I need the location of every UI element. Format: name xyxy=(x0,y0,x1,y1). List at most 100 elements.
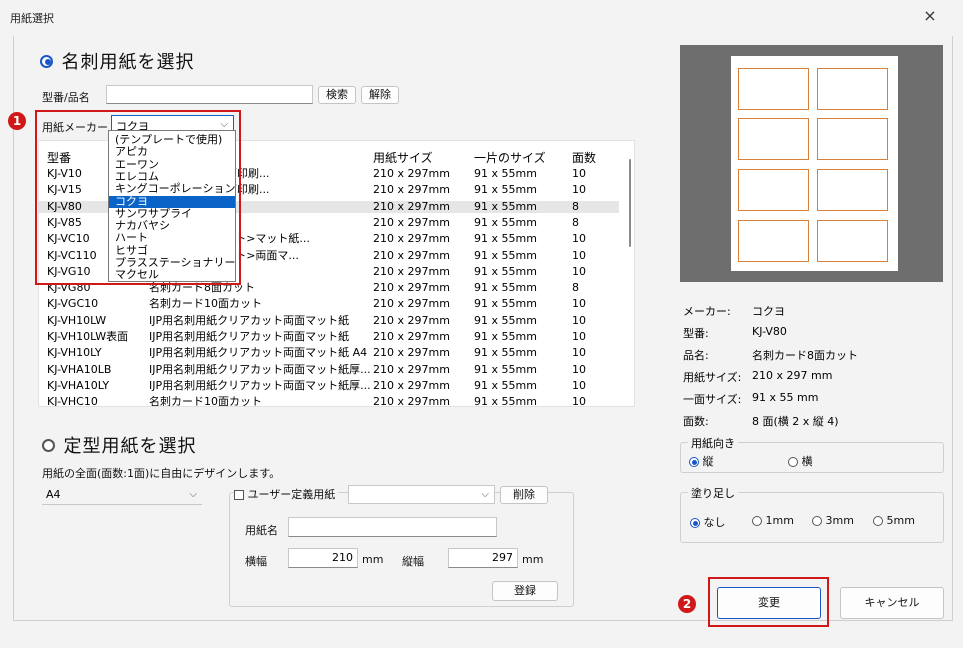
info-piece-value: 91 x 55 mm xyxy=(752,391,819,404)
cell-count: 8 xyxy=(572,200,579,213)
search-input[interactable] xyxy=(106,85,313,104)
highlight-box-1 xyxy=(35,110,241,285)
cancel-button[interactable]: キャンセル xyxy=(840,587,944,619)
info-count-key: 面数: xyxy=(683,415,709,428)
search-label: 型番/品名 xyxy=(42,91,90,104)
width-input[interactable]: 210 xyxy=(288,548,358,568)
bleed-1mm-radio[interactable]: 1mm xyxy=(752,514,794,527)
cell-piece-size: 91 x 55mm xyxy=(474,379,537,392)
user-defined-checkbox[interactable]: ユーザー定義用紙 xyxy=(234,486,339,502)
user-defined-label: ユーザー定義用紙 xyxy=(247,488,336,501)
cell-count: 10 xyxy=(572,314,586,327)
radio-off-icon[interactable] xyxy=(42,438,55,452)
cell-model: KJ-VHC10 xyxy=(47,396,98,407)
info-count-value: 8 面(横 2 x 縦 4) xyxy=(752,415,839,428)
cell-paper-size: 210 x 297mm xyxy=(373,168,450,180)
radio-on-icon[interactable] xyxy=(690,518,700,528)
cell-count: 8 xyxy=(572,282,579,295)
cell-paper-size: 210 x 297mm xyxy=(373,363,450,376)
user-defined-select[interactable]: ⌵ xyxy=(348,485,495,504)
orientation-portrait-label: 縦 xyxy=(702,455,714,468)
standard-paper-radio-label: 定型用紙を選択 xyxy=(63,436,197,457)
radio-off-icon[interactable] xyxy=(752,516,762,526)
bleed-none-radio[interactable]: なし xyxy=(690,514,726,530)
bleed-5mm-radio[interactable]: 5mm xyxy=(873,514,915,527)
cell-name: IJP用名刺用紙クリアカット両面マット紙 xyxy=(149,314,350,327)
cell-paper-size: 210 x 297mm xyxy=(373,314,450,327)
bleed-title: 塗り足し xyxy=(688,485,738,501)
cell-model: KJ-VGC10 xyxy=(47,298,99,311)
clear-button[interactable]: 解除 xyxy=(361,86,399,104)
col-piece-size[interactable]: 一片のサイズ xyxy=(474,149,546,166)
cell-name: 名刺カード10面カット xyxy=(149,298,262,311)
register-button[interactable]: 登録 xyxy=(492,581,558,601)
radio-off-icon[interactable] xyxy=(788,457,798,467)
cell-model: KJ-VH10LW xyxy=(47,314,107,327)
table-row[interactable]: KJ-VH10LY IJP用名刺用紙クリアカット両面マット紙 A4 ... 210 … xyxy=(39,347,619,359)
cell-count: 10 xyxy=(572,396,586,407)
step-badge-1: 1 xyxy=(8,112,26,130)
bleed-3mm-radio[interactable]: 3mm xyxy=(812,514,854,527)
cell-piece-size: 91 x 55mm xyxy=(474,347,537,360)
width-label: 横幅 xyxy=(245,555,267,568)
cell-count: 10 xyxy=(572,363,586,376)
card-slot xyxy=(817,68,888,110)
standard-paper-radio[interactable]: 定型用紙を選択 xyxy=(42,432,197,458)
cell-paper-size: 210 x 297mm xyxy=(373,379,450,392)
col-count[interactable]: 面数 xyxy=(572,149,596,166)
width-unit: mm xyxy=(362,553,384,566)
cell-count: 10 xyxy=(572,331,586,343)
height-input[interactable]: 297 xyxy=(448,548,518,568)
paper-size-select[interactable]: A4 ⌵ xyxy=(42,486,202,505)
cell-name: IJP用名刺用紙クリアカット両面マット紙厚... xyxy=(149,363,371,376)
business-card-radio[interactable]: 名刺用紙を選択 xyxy=(40,48,195,74)
cell-paper-size: 210 x 297mm xyxy=(373,200,450,213)
card-slot xyxy=(817,220,888,262)
table-row[interactable]: KJ-VHA10LB IJP用名刺用紙クリアカット両面マット紙厚... 210 x … xyxy=(39,364,619,376)
table-row[interactable]: KJ-VHA10LY IJP用名刺用紙クリアカット両面マット紙厚... 210 x … xyxy=(39,380,619,392)
paper-name-input[interactable] xyxy=(288,517,497,537)
bleed-none-label: なし xyxy=(703,516,726,529)
cell-piece-size: 91 x 55mm xyxy=(474,184,537,197)
table-row[interactable]: KJ-VH10LW IJP用名刺用紙クリアカット両面マット紙 210 x 297mm… xyxy=(39,315,619,327)
radio-on-icon[interactable] xyxy=(40,54,53,68)
delete-button[interactable]: 削除 xyxy=(500,486,548,504)
cell-count: 10 xyxy=(572,233,586,246)
card-slot xyxy=(738,68,809,110)
cell-count: 8 xyxy=(572,216,579,229)
bleed-1mm-label: 1mm xyxy=(765,514,794,527)
search-button[interactable]: 検索 xyxy=(318,86,356,104)
radio-off-icon[interactable] xyxy=(812,516,822,526)
cell-piece-size: 91 x 55mm xyxy=(474,331,537,343)
info-model-value: KJ-V80 xyxy=(752,325,787,338)
radio-off-icon[interactable] xyxy=(873,516,883,526)
checkbox-icon[interactable] xyxy=(234,490,244,500)
cell-name: IJP用名刺用紙クリアカット両面マット紙 xyxy=(149,331,350,343)
cell-paper-size: 210 x 297mm xyxy=(373,331,450,343)
bleed-5mm-label: 5mm xyxy=(886,514,915,527)
paper-preview xyxy=(731,56,898,271)
radio-on-icon[interactable] xyxy=(689,457,699,467)
orientation-landscape-radio[interactable]: 横 xyxy=(788,453,813,469)
dialog-frame-right xyxy=(952,36,953,620)
cell-paper-size: 210 x 297mm xyxy=(373,347,450,360)
chevron-down-icon: ⌵ xyxy=(189,489,197,500)
bleed-3mm-label: 3mm xyxy=(825,514,854,527)
table-row[interactable]: KJ-VHC10 名刺カード10面カット 210 x 297mm 91 x 55mm 1… xyxy=(39,396,619,407)
close-icon[interactable]: × xyxy=(920,6,940,26)
orientation-portrait-radio[interactable]: 縦 xyxy=(689,453,714,469)
info-piece-key: 一面サイズ: xyxy=(683,393,742,406)
col-paper-size[interactable]: 用紙サイズ xyxy=(373,149,433,166)
cell-count: 10 xyxy=(572,184,586,197)
cell-piece-size: 91 x 55mm xyxy=(474,298,537,311)
table-row[interactable]: KJ-VGC10 名刺カード10面カット 210 x 297mm 91 x 55mm 1… xyxy=(39,298,619,310)
orientation-title: 用紙向き xyxy=(688,435,738,451)
cell-paper-size: 210 x 297mm xyxy=(373,184,450,197)
table-row[interactable]: KJ-VH10LW表面 IJP用名刺用紙クリアカット両面マット紙 210 x 297… xyxy=(39,331,619,343)
cell-paper-size: 210 x 297mm xyxy=(373,396,450,407)
ok-button[interactable]: 変更 xyxy=(717,587,821,619)
table-scrollbar[interactable] xyxy=(629,159,631,247)
cell-model: KJ-VH10LY xyxy=(47,347,102,360)
card-slot xyxy=(738,220,809,262)
info-name-value: 名刺カード8面カット xyxy=(752,349,858,362)
